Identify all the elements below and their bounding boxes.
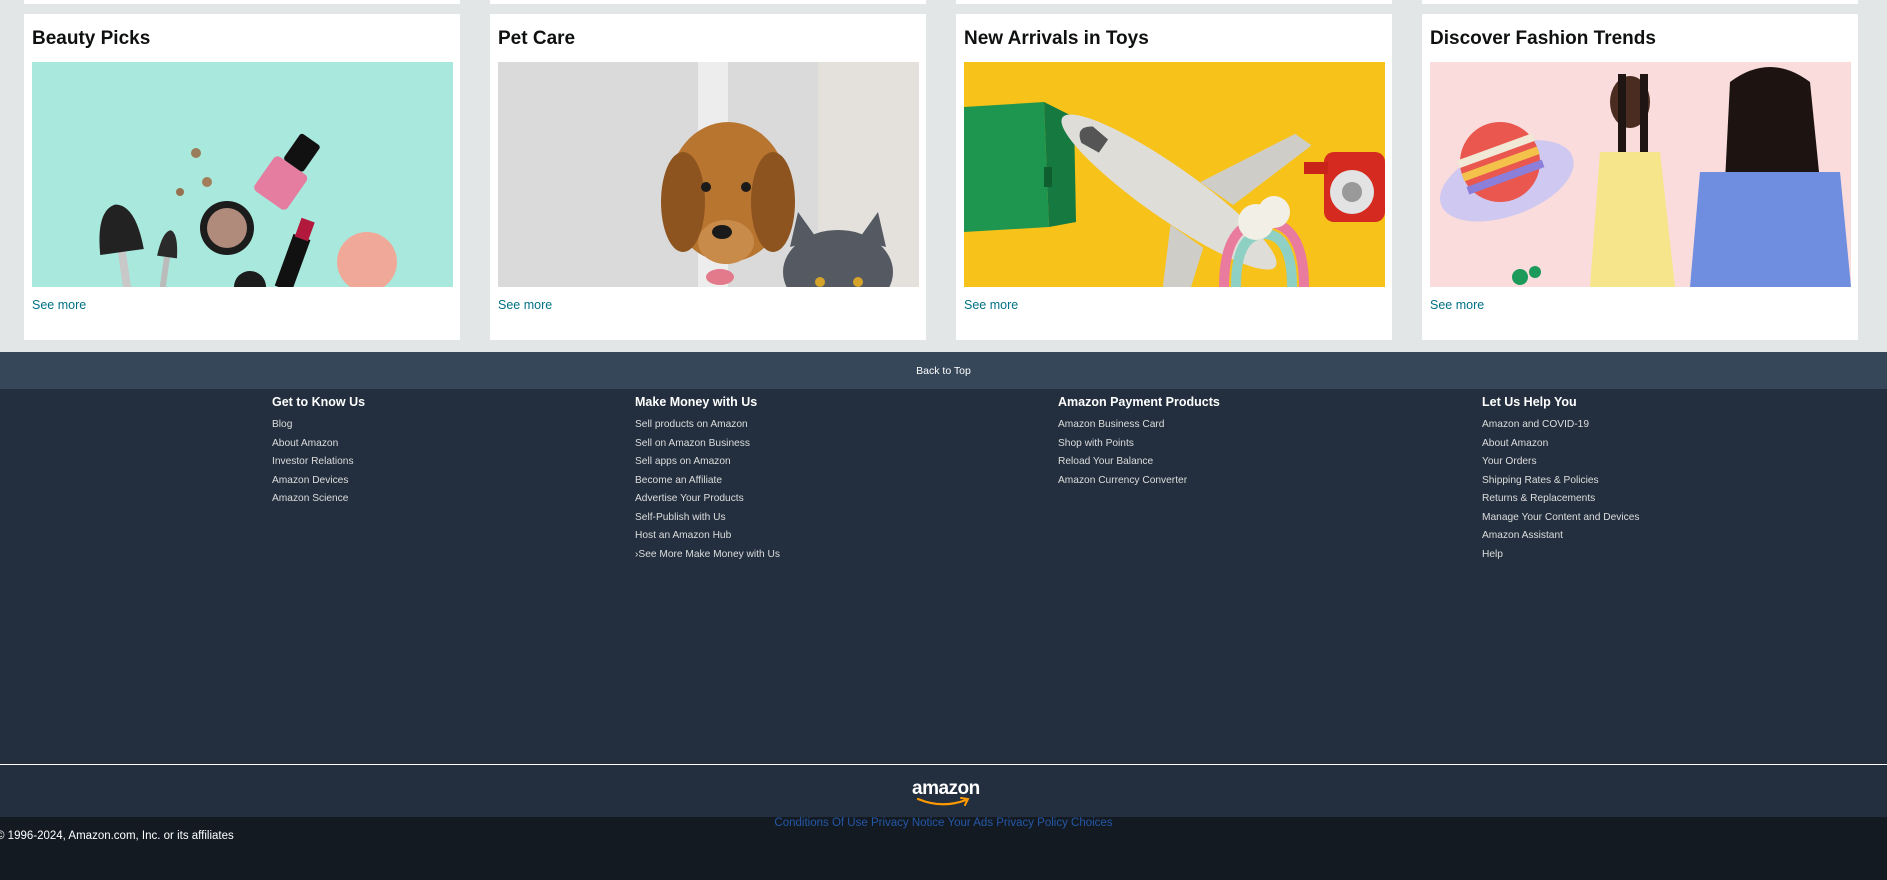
pet-care-image[interactable] [498, 62, 919, 287]
footer-link[interactable]: Your Orders [1482, 453, 1639, 472]
card-new-arrivals-toys: New Arrivals in Toys See more [956, 0, 1392, 340]
footer-logo-band: amazon [0, 765, 1887, 817]
footer-link[interactable]: Amazon and COVID-19 [1482, 416, 1639, 435]
footer-column-heading: Get to Know Us [272, 395, 366, 409]
amazon-logo[interactable]: amazon [910, 778, 980, 806]
footer-column-payment-products: Amazon Payment Products Amazon Business … [1058, 395, 1220, 490]
toys-image[interactable] [964, 62, 1385, 287]
footer-column-heading: Amazon Payment Products [1058, 395, 1220, 409]
footer-column-heading: Make Money with Us [635, 395, 758, 409]
footer-link[interactable]: Amazon Currency Converter [1058, 472, 1220, 491]
footer-link[interactable]: ›See More Make Money with Us [635, 546, 780, 565]
footer-bottom: Conditions Of Use Privacy Notice Your Ad… [0, 817, 1887, 880]
footer-link[interactable]: Sell on Amazon Business [635, 435, 780, 454]
footer-link[interactable]: Advertise Your Products [635, 490, 780, 509]
footer-link[interactable]: Blog [272, 416, 365, 435]
conditions-of-use-link[interactable]: Conditions Of Use [774, 817, 867, 829]
card-top-strip [1422, 0, 1858, 4]
footer-link[interactable]: About Amazon [1482, 435, 1639, 454]
legal-links: Conditions Of Use Privacy Notice Your Ad… [0, 817, 1887, 829]
card-title: Beauty Picks [32, 28, 151, 49]
see-more-link[interactable]: See more [32, 298, 86, 312]
card-beauty-picks: Beauty Picks See more [24, 0, 460, 340]
footer-link[interactable]: Reload Your Balance [1058, 453, 1220, 472]
card-title: Discover Fashion Trends [1430, 28, 1656, 49]
card-top-strip [490, 0, 926, 4]
ads-privacy-choices-link[interactable]: Your Ads Privacy Policy Choices [947, 817, 1112, 829]
card-pet-care: Pet Care See more [490, 0, 926, 340]
footer-link[interactable]: Amazon Devices [272, 472, 365, 491]
footer-link[interactable]: Shop with Points [1058, 435, 1220, 454]
footer-link[interactable]: Manage Your Content and Devices [1482, 509, 1639, 528]
footer-column-get-to-know-us: Get to Know Us Blog About Amazon Investo… [272, 395, 365, 509]
fashion-image[interactable] [1430, 62, 1851, 287]
beauty-image[interactable] [32, 62, 453, 287]
see-more-link[interactable]: See more [1430, 298, 1484, 312]
back-to-top-button[interactable]: Back to Top [0, 352, 1887, 389]
card-top-strip [956, 0, 1392, 4]
footer-nav: Get to Know Us Blog About Amazon Investo… [0, 389, 1887, 764]
footer-column-make-money: Make Money with Us Sell products on Amaz… [635, 395, 780, 564]
footer-link[interactable]: About Amazon [272, 435, 365, 454]
footer-link[interactable]: Amazon Science [272, 490, 365, 509]
footer-column-heading: Let Us Help You [1482, 395, 1577, 409]
footer-link[interactable]: Investor Relations [272, 453, 365, 472]
see-more-link[interactable]: See more [498, 298, 552, 312]
card-grid: Beauty Picks See more Pet Care See more … [0, 0, 1887, 352]
footer-link[interactable]: Returns & Replacements [1482, 490, 1639, 509]
footer-link[interactable]: Become an Affiliate [635, 472, 780, 491]
card-discover-fashion-trends: Discover Fashion Trends See more [1422, 0, 1858, 340]
footer-link[interactable]: Amazon Business Card [1058, 416, 1220, 435]
see-more-link[interactable]: See more [964, 298, 1018, 312]
footer-link[interactable]: Sell products on Amazon [635, 416, 780, 435]
footer-link[interactable]: Help [1482, 546, 1639, 565]
card-top-strip [24, 0, 460, 4]
card-title: Pet Care [498, 28, 576, 49]
footer-link[interactable]: Shipping Rates & Policies [1482, 472, 1639, 491]
footer-link[interactable]: Self-Publish with Us [635, 509, 780, 528]
copyright-text: © 1996-2024, Amazon.com, Inc. or its aff… [0, 830, 234, 842]
footer-link[interactable]: Amazon Assistant [1482, 527, 1639, 546]
footer-link[interactable]: Sell apps on Amazon [635, 453, 780, 472]
footer-column-let-us-help: Let Us Help You Amazon and COVID-19 Abou… [1482, 395, 1639, 564]
privacy-notice-link[interactable]: Privacy Notice [871, 817, 945, 829]
card-title: New Arrivals in Toys [964, 28, 1149, 49]
amazon-smile-icon [916, 797, 970, 806]
footer-link[interactable]: Host an Amazon Hub [635, 527, 780, 546]
